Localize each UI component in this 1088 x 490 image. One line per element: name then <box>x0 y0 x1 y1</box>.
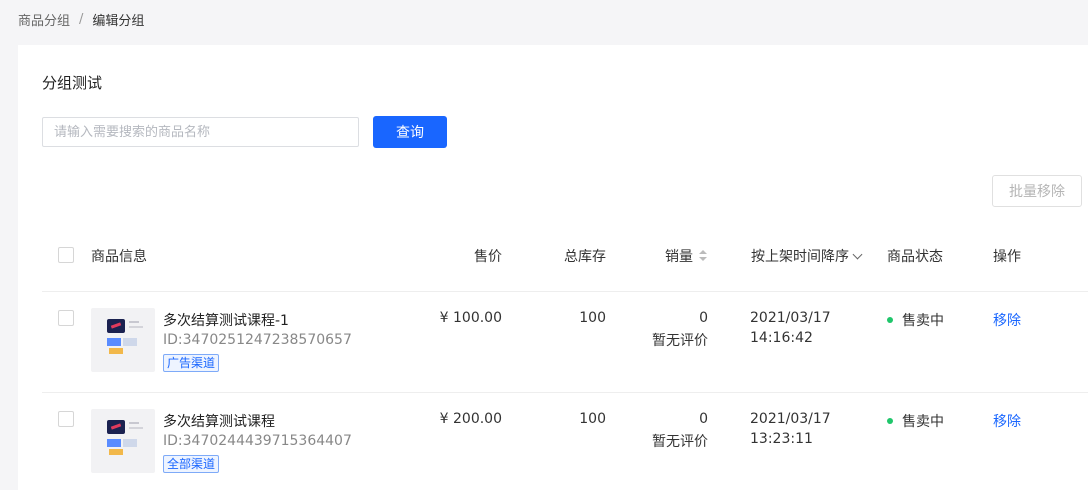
channel-badge: 全部渠道 <box>163 455 220 473</box>
header-time-sort-label: 按上架时间降序 <box>751 249 849 265</box>
status-badge: 售卖中 <box>887 310 944 330</box>
chevron-down-icon <box>852 249 863 260</box>
product-thumbnail <box>91 409 155 473</box>
remove-link[interactable]: 移除 <box>993 411 1021 431</box>
query-button[interactable]: 查询 <box>373 116 447 148</box>
select-all-checkbox[interactable] <box>58 247 74 263</box>
breadcrumb-current: 编辑分组 <box>92 14 145 29</box>
sort-icon[interactable] <box>699 250 707 262</box>
main-panel: 分组测试 查询 批量移除 商品信息 售价 总库存 销量 按上架时间降序 商品状态… <box>18 45 1088 490</box>
product-rating: 暂无评价 <box>652 434 708 450</box>
product-price: ¥ 100.00 <box>439 310 502 326</box>
header-product-info: 商品信息 <box>91 249 147 265</box>
channel-badge: 广告渠道 <box>163 354 220 372</box>
listing-time: 14:16:42 <box>750 330 813 346</box>
header-action: 操作 <box>993 249 1021 265</box>
product-sales: 0 <box>699 411 708 427</box>
listing-time: 13:23:11 <box>750 431 813 447</box>
header-price: 售价 <box>474 249 502 265</box>
product-sales: 0 <box>699 310 708 326</box>
status-badge: 售卖中 <box>887 411 944 431</box>
page-title: 分组测试 <box>42 74 103 92</box>
batch-remove-button[interactable]: 批量移除 <box>992 175 1082 207</box>
table-row: 多次结算测试课程-1 ID:3470251247238570657 广告渠道 ¥… <box>18 292 1088 392</box>
product-stock: 100 <box>579 310 606 326</box>
status-dot-icon <box>887 317 893 323</box>
row-checkbox[interactable] <box>58 310 74 326</box>
product-thumbnail <box>91 308 155 372</box>
listing-date: 2021/03/17 <box>750 310 831 326</box>
header-status: 商品状态 <box>887 249 943 265</box>
product-id: ID:3470251247238570657 <box>163 332 352 348</box>
header-stock: 总库存 <box>564 249 606 265</box>
status-dot-icon <box>887 418 893 424</box>
product-price: ¥ 200.00 <box>439 411 502 427</box>
header-sales[interactable]: 销量 <box>665 246 707 266</box>
remove-link[interactable]: 移除 <box>993 310 1021 330</box>
status-label: 售卖中 <box>902 414 944 430</box>
status-label: 售卖中 <box>902 313 944 329</box>
product-name[interactable]: 多次结算测试课程 <box>163 411 275 431</box>
table-row: 多次结算测试课程 ID:3470244439715364407 全部渠道 ¥ 2… <box>18 393 1088 490</box>
product-stock: 100 <box>579 411 606 427</box>
product-rating: 暂无评价 <box>652 333 708 349</box>
product-id: ID:3470244439715364407 <box>163 433 352 449</box>
row-checkbox[interactable] <box>58 411 74 427</box>
search-input[interactable] <box>42 117 359 147</box>
header-sales-label: 销量 <box>665 249 693 265</box>
breadcrumb: 商品分组 / 编辑分组 <box>18 10 144 29</box>
listing-date: 2021/03/17 <box>750 411 831 427</box>
breadcrumb-parent[interactable]: 商品分组 <box>18 10 70 29</box>
header-time-sort[interactable]: 按上架时间降序 <box>751 246 863 266</box>
breadcrumb-separator: / <box>79 12 84 27</box>
product-name[interactable]: 多次结算测试课程-1 <box>163 310 289 330</box>
